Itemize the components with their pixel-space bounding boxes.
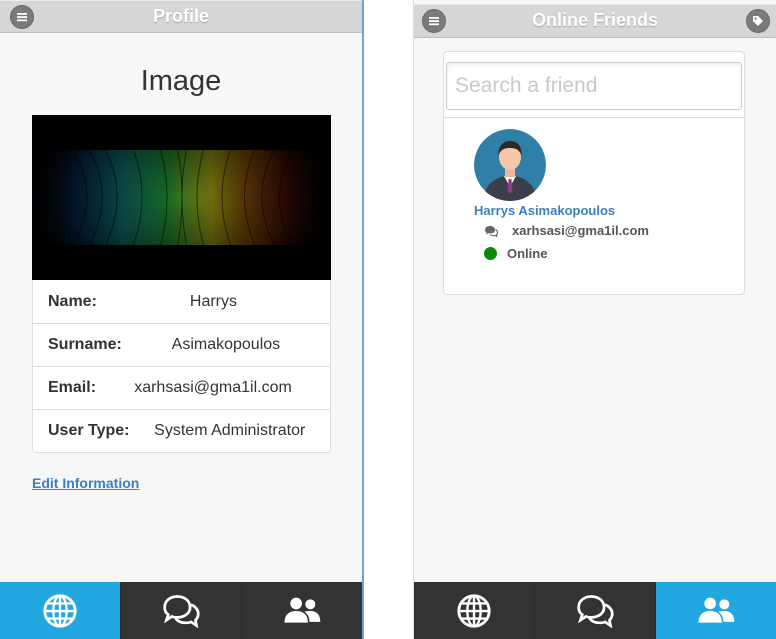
avatar[interactable] bbox=[474, 129, 546, 201]
page-title: Profile bbox=[152, 6, 209, 26]
online-status-icon bbox=[484, 247, 497, 260]
users-icon bbox=[284, 597, 321, 623]
table-row: Email: xarhsasi@gma1il.com bbox=[33, 366, 330, 409]
status-badge: Online bbox=[507, 246, 548, 261]
surname-label: Surname: bbox=[48, 336, 122, 353]
chat-bubbles-icon bbox=[163, 594, 200, 628]
chat-bubbles-icon bbox=[577, 594, 614, 628]
globe-icon bbox=[43, 593, 77, 628]
users-icon bbox=[698, 597, 735, 623]
table-row: User Type: System Administrator bbox=[33, 409, 330, 452]
friend-name-link[interactable]: Harrys Asimakopoulos bbox=[474, 203, 615, 218]
nav-chat-button[interactable] bbox=[534, 582, 655, 639]
bottom-nav bbox=[0, 582, 362, 639]
search-friend-input[interactable] bbox=[446, 62, 742, 110]
table-row: Name: Harrys bbox=[33, 280, 330, 323]
tag-icon[interactable] bbox=[746, 9, 770, 33]
email-label: Email: bbox=[48, 379, 97, 396]
friend-email-row: xarhsasi@gma1il.com bbox=[484, 223, 649, 238]
chat-icon bbox=[485, 225, 498, 237]
profile-image-heading: Image bbox=[140, 65, 222, 97]
nav-chat-button[interactable] bbox=[120, 582, 241, 639]
nav-users-button[interactable] bbox=[655, 582, 776, 639]
bottom-nav bbox=[414, 582, 776, 639]
user-type-label: User Type: bbox=[48, 422, 130, 439]
profile-picture bbox=[32, 115, 331, 280]
friends-header: Online Friends bbox=[414, 4, 776, 38]
surname-value: Asimakopoulos bbox=[171, 336, 281, 353]
user-type-value: System Administrator bbox=[154, 422, 306, 439]
nav-users-button[interactable] bbox=[241, 582, 362, 639]
friend-status-row: Online bbox=[484, 246, 547, 261]
email-value: xarhsasi@gma1il.com bbox=[134, 379, 292, 396]
profile-info-table: Name: Harrys Surname: Asimakopoulos Emai… bbox=[32, 280, 331, 453]
friend-email: xarhsasi@gma1il.com bbox=[512, 223, 649, 238]
search-container bbox=[444, 60, 744, 118]
nav-globe-button[interactable] bbox=[414, 582, 534, 639]
profile-screen: Profile Image Name: Harrys Surname: Asim… bbox=[0, 0, 364, 639]
nav-globe-button[interactable] bbox=[0, 582, 120, 639]
profile-header: Profile bbox=[0, 0, 362, 33]
name-value: Harrys bbox=[189, 292, 237, 310]
online-friends-screen: Online Friends Harrys Asimakopoulos bbox=[413, 0, 776, 639]
name-label: Name: bbox=[48, 292, 97, 310]
edit-information-link[interactable]: Edit Information bbox=[32, 475, 139, 491]
page-title: Online Friends bbox=[531, 10, 659, 30]
globe-icon bbox=[457, 593, 491, 628]
friends-list-card: Harrys Asimakopoulos xarhsasi@gma1il.com… bbox=[443, 51, 745, 295]
table-row: Surname: Asimakopoulos bbox=[33, 323, 330, 366]
